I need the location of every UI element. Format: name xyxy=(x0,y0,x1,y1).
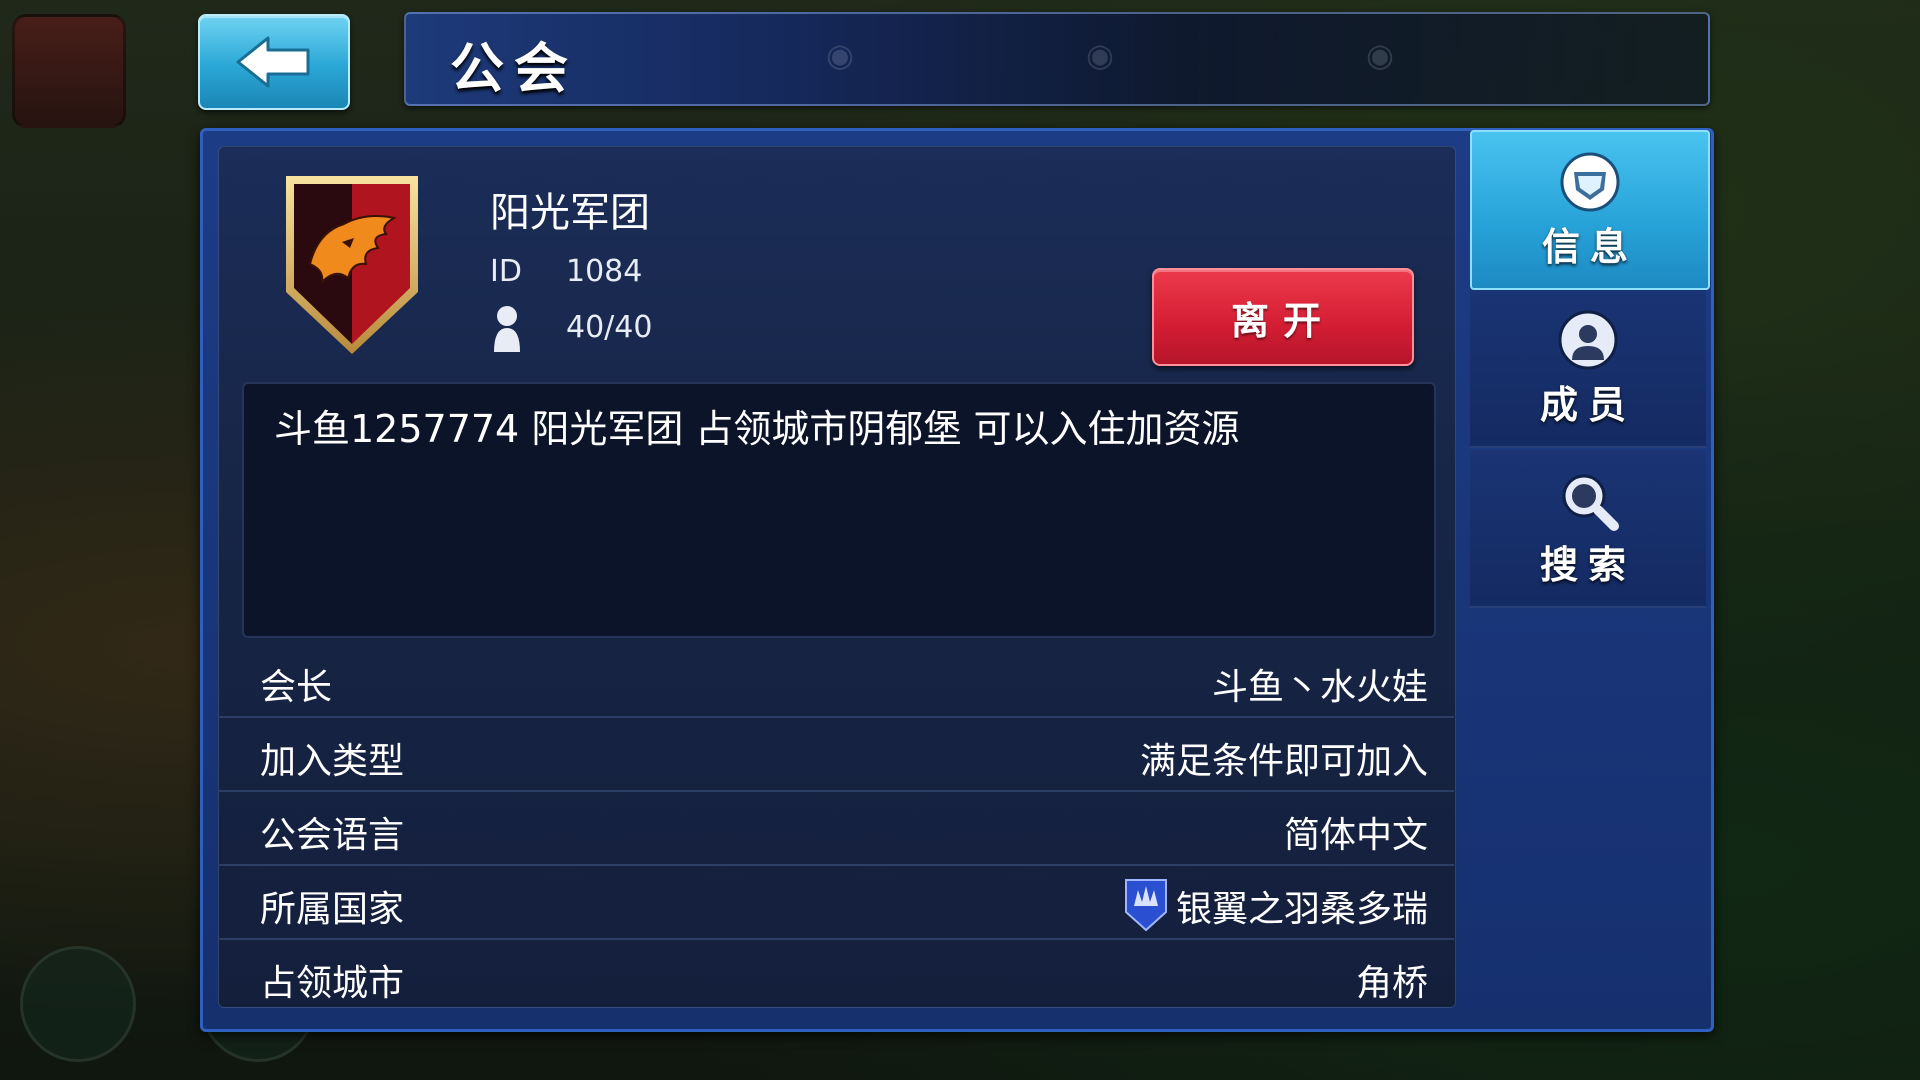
info-row-value: 角桥 xyxy=(1355,963,1428,1004)
info-row-join-type: 加入类型 满足条件即可加入 xyxy=(218,718,1454,792)
tab-members[interactable]: 成员 xyxy=(1470,290,1706,448)
info-row-label: 所属国家 xyxy=(260,889,405,930)
tab-search[interactable]: 搜索 xyxy=(1470,450,1706,608)
info-row-language: 公会语言 简体中文 xyxy=(218,792,1454,866)
background-resource: ◉ xyxy=(1086,36,1114,74)
info-shield-icon xyxy=(1560,152,1620,211)
info-row-label: 会长 xyxy=(260,667,333,708)
info-row-value: 满足条件即可加入 xyxy=(1139,741,1428,782)
background-resource: ◉ xyxy=(826,36,854,74)
back-arrow-icon xyxy=(236,36,310,88)
nation-crest-icon xyxy=(1125,879,1167,932)
member-icon xyxy=(1558,310,1618,369)
info-row-label: 公会语言 xyxy=(260,815,405,856)
info-row-leader: 会长 斗鱼丶水火娃 xyxy=(218,644,1454,718)
guild-notice-box: 斗鱼1257774 阳光军团 占领城市阴郁堡 可以入住加资源 xyxy=(242,382,1436,638)
background-hud-icon xyxy=(12,14,126,128)
page-title: 公会 xyxy=(450,37,578,100)
guild-id-value: 1084 xyxy=(566,254,643,289)
tab-info[interactable]: 信息 xyxy=(1470,130,1710,290)
tab-members-label: 成员 xyxy=(1539,382,1636,427)
leave-guild-button[interactable]: 离开 xyxy=(1152,268,1414,366)
guild-notice-text: 斗鱼1257774 阳光军团 占领城市阴郁堡 可以入住加资源 xyxy=(274,407,1240,451)
member-count: 40/40 xyxy=(566,310,653,345)
info-row-city: 占领城市 角桥 xyxy=(218,940,1454,1012)
info-row-nation: 所属国家 银翼之羽桑多瑞 xyxy=(218,866,1454,940)
guild-emblem-icon xyxy=(286,176,418,354)
tab-search-label: 搜索 xyxy=(1539,542,1636,587)
guild-name: 阳光军团 xyxy=(490,190,650,236)
title-bar: 公会 ◉ ◉ ◉ xyxy=(404,12,1710,106)
info-row-label: 占领城市 xyxy=(260,963,405,1004)
info-row-value: 简体中文 xyxy=(1283,815,1428,856)
info-row-label: 加入类型 xyxy=(260,741,405,782)
info-row-value: 银翼之羽桑多瑞 xyxy=(1175,889,1428,930)
guild-id-label: ID xyxy=(490,254,522,289)
tab-info-label: 信息 xyxy=(1541,224,1638,269)
back-button[interactable] xyxy=(198,14,350,110)
info-row-value: 斗鱼丶水火娃 xyxy=(1211,667,1428,708)
background-hud-button xyxy=(20,946,136,1062)
background-resource: ◉ xyxy=(1366,36,1394,74)
search-icon xyxy=(1562,474,1619,531)
person-icon xyxy=(494,306,520,352)
